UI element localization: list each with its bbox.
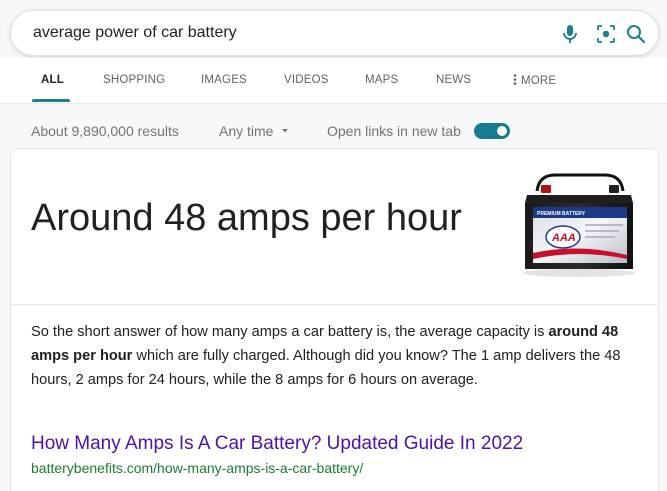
car-battery-image[interactable]: PREMIUM BATTERY AAA bbox=[519, 169, 639, 279]
search-tabs: ALL SHOPPING IMAGES VIDEOS MAPS NEWS MOR… bbox=[0, 58, 667, 104]
tab-maps[interactable]: MAPS bbox=[365, 74, 398, 86]
tab-news[interactable]: NEWS bbox=[436, 74, 471, 86]
time-filter-dropdown[interactable]: Any time bbox=[219, 123, 289, 139]
snippet-text-before: So the short answer of how many amps a c… bbox=[31, 324, 549, 340]
answer-headline: Around 48 amps per hour bbox=[31, 197, 462, 239]
tab-all[interactable]: ALL bbox=[41, 74, 64, 86]
featured-snippet-card: Around 48 amps per hour PREMIUM BATTERY … bbox=[10, 148, 659, 491]
results-toolbar: About 9,890,000 results Any time Open li… bbox=[0, 104, 667, 148]
tab-images[interactable]: IMAGES bbox=[201, 74, 247, 86]
search-input[interactable] bbox=[33, 21, 533, 45]
new-tab-label: Open links in new tab bbox=[327, 123, 461, 139]
more-dots-icon bbox=[513, 74, 521, 87]
time-filter-label: Any time bbox=[219, 123, 274, 139]
battery-label-text: PREMIUM BATTERY bbox=[537, 211, 586, 217]
tab-more-label: MORE bbox=[521, 75, 557, 87]
answer-snippet: So the short answer of how many amps a c… bbox=[31, 320, 631, 392]
tab-videos[interactable]: VIDEOS bbox=[284, 74, 329, 86]
search-icon[interactable] bbox=[623, 21, 649, 47]
dropdown-caret-icon bbox=[277, 123, 289, 139]
tab-shopping[interactable]: SHOPPING bbox=[103, 74, 165, 86]
toggle-knob bbox=[497, 126, 507, 136]
active-tab-indicator bbox=[32, 99, 70, 102]
lens-icon[interactable] bbox=[593, 21, 619, 47]
tab-more[interactable]: MORE bbox=[513, 74, 556, 87]
result-title-link[interactable]: How Many Amps Is A Car Battery? Updated … bbox=[31, 433, 523, 455]
result-url[interactable]: batterybenefits.com/how-many-amps-is-a-c… bbox=[31, 460, 363, 476]
battery-brand-text: AAA bbox=[551, 232, 576, 244]
card-divider bbox=[11, 304, 658, 305]
microphone-icon[interactable] bbox=[557, 21, 583, 47]
new-tab-toggle[interactable] bbox=[474, 123, 510, 139]
results-count: About 9,890,000 results bbox=[31, 123, 179, 139]
search-bar bbox=[10, 10, 659, 56]
